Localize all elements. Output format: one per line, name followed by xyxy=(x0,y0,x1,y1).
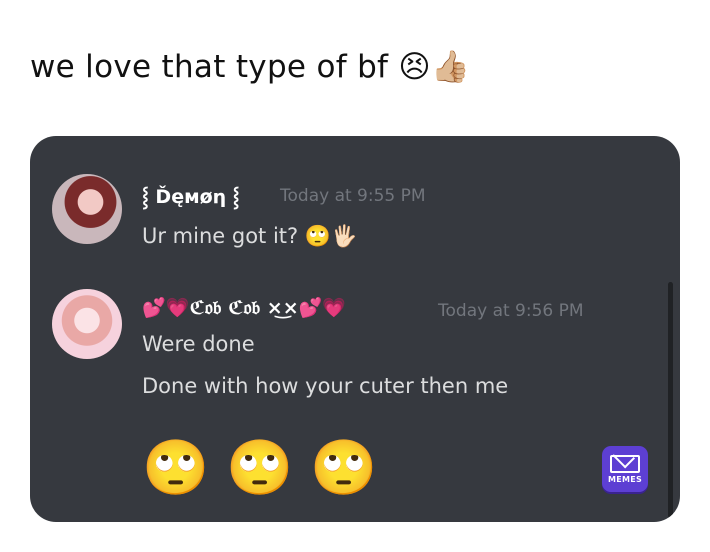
rolling-eyes-emoji: 🙄 xyxy=(310,436,378,499)
rolling-eyes-emoji: 🙄 xyxy=(226,436,294,499)
envelope-icon xyxy=(610,454,640,473)
username[interactable]: ⸾ Ďęмøη ⸾ xyxy=(142,183,240,209)
message-text: Ur mine got it? 🙄🖐🏻 xyxy=(142,224,358,248)
avatar[interactable] xyxy=(52,289,122,359)
message-text: Done with how your cuter then me xyxy=(142,374,509,398)
username[interactable]: 💕💗ℭ𝔬𝔟 ℭ𝔬𝔟 ×͜×💕💗 xyxy=(142,296,346,319)
message-text: Were done xyxy=(142,332,255,356)
scrollbar[interactable] xyxy=(668,282,673,518)
avatar[interactable] xyxy=(52,174,122,244)
caption-text: we love that type of bf 😣👍🏼 xyxy=(30,49,470,85)
memes-label: MEMES xyxy=(607,474,643,484)
chat-panel: ⸾ Ďęмøη ⸾ Today at 9:55 PM Ur mine got i… xyxy=(30,136,680,522)
timestamp: Today at 9:55 PM xyxy=(280,186,426,206)
timestamp: Today at 9:56 PM xyxy=(438,301,584,321)
memes-logo: MEMES xyxy=(602,446,648,492)
rolling-eyes-emoji: 🙄 xyxy=(142,436,210,499)
